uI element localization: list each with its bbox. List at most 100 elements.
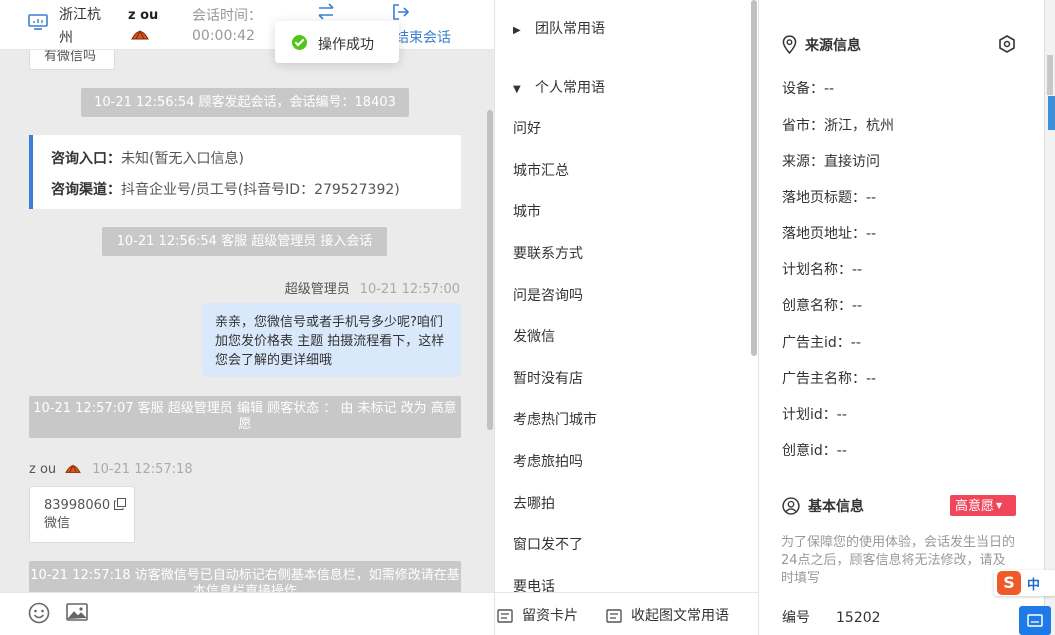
customer-location: 浙江杭州 — [59, 7, 101, 46]
phrase-item[interactable]: 问是咨询吗 — [513, 285, 583, 305]
input-method-toolbar[interactable]: S 中 — [994, 570, 1055, 596]
customer-id-row: 编号 15202 — [782, 607, 881, 627]
chat-scrollbar[interactable] — [487, 110, 493, 430]
phrase-item[interactable]: 去哪拍 — [513, 493, 555, 513]
chat-panel: 浙江杭州 z ou 会话时间： 00:00:42 结束会话 有微信吗 10-21… — [0, 0, 495, 635]
emoji-icon[interactable] — [28, 602, 50, 624]
chat-float-button[interactable] — [1019, 606, 1051, 635]
agent-sender: 超级管理员 — [284, 282, 350, 297]
phrase-item[interactable]: 考虑热门城市 — [513, 409, 597, 429]
message-icon — [1027, 614, 1043, 627]
phrase-item[interactable]: 暂时没有店 — [513, 368, 583, 388]
chevron-down-icon: ▼ — [513, 84, 521, 95]
source-info-label: 来源信息 — [805, 38, 861, 54]
ime-logo-icon: S — [997, 571, 1021, 595]
collapse-icon — [606, 609, 622, 623]
lead-card-label: 留资卡片 — [522, 608, 578, 624]
consult-channel-label: 咨询渠道： — [51, 182, 121, 198]
phrase-item[interactable]: 城市 — [513, 201, 541, 221]
system-message: 10-21 12:56:54 客服 超级管理员 接入会话 — [102, 227, 387, 256]
phrases-scrollbar[interactable] — [751, 0, 757, 356]
copy-icon[interactable] — [114, 498, 127, 510]
end-session-button[interactable]: 结束会话 — [395, 27, 451, 47]
toast-text: 操作成功 — [318, 37, 374, 53]
source-field: 计划名称：-- — [782, 262, 863, 278]
customer-name: z ou — [128, 8, 159, 23]
source-field: 创意名称：-- — [782, 298, 863, 314]
phrases-toolbar: 留资卡片 收起图文常用语 — [495, 592, 758, 635]
customer-wechat-card[interactable]: 83998060 微信 — [29, 486, 135, 543]
caret-down-icon: ▼ — [996, 501, 1003, 510]
consult-entry-value: 未知(暂无入口信息) — [121, 151, 244, 167]
customer-sender: z ou — [29, 462, 57, 477]
card-icon — [497, 609, 513, 623]
phrase-item[interactable]: 城市汇总 — [513, 160, 569, 180]
agent-message-bubble: 亲亲，您微信号或者手机号多少呢?咱们加您发价格表 主题 拍摄流程看下，这样您会了… — [202, 303, 461, 377]
phrase-item[interactable]: 窗口发不了 — [513, 534, 583, 554]
intent-status-label: 高意愿 — [955, 499, 995, 514]
consult-entry-row: 咨询入口：未知(暂无入口信息) — [51, 148, 244, 168]
tiktok-icon — [65, 464, 82, 473]
customer-id-label: 编号 — [782, 610, 810, 626]
source-field: 省市：浙江，杭州 — [782, 118, 894, 134]
source-info-title: 来源信息 — [782, 35, 861, 55]
collapse-phrases-button[interactable]: 收起图文常用语 — [606, 605, 729, 625]
exit-icon[interactable] — [391, 3, 411, 21]
wechat-label: 微信 — [44, 516, 71, 531]
personal-phrases-label: 个人常用语 — [535, 80, 605, 96]
user-circle-icon — [782, 497, 800, 515]
window-edge-scrollbar[interactable] — [1044, 0, 1055, 635]
system-message: 10-21 12:56:54 顾客发起会话，会话编号：18403 — [81, 88, 409, 117]
consult-entry-label: 咨询入口： — [51, 151, 121, 167]
source-field: 落地页地址：-- — [782, 226, 877, 242]
chat-header: 浙江杭州 z ou 会话时间： 00:00:42 结束会话 — [0, 0, 494, 50]
monitor-icon — [28, 14, 48, 30]
personal-phrases-group[interactable]: ▼ 个人常用语 — [513, 77, 605, 97]
phrase-item[interactable]: 问好 — [513, 118, 541, 138]
wechat-number: 83998060 — [44, 498, 111, 513]
phrases-panel: ▶ 团队常用语 ▼ 个人常用语 问好 城市汇总 城市 要联系方式 问是咨询吗 发微信… — [495, 0, 759, 635]
source-field: 来源：直接访问 — [782, 154, 880, 170]
chat-input-toolbar — [0, 592, 494, 635]
source-field: 计划id：-- — [782, 407, 847, 423]
agent-message-time: 10-21 12:57:00 — [359, 282, 460, 297]
tiktok-icon — [131, 29, 149, 40]
scroll-thumb[interactable] — [1047, 55, 1053, 95]
customer-info-sidebar: 来源信息 设备：-- 省市：浙江，杭州 来源：直接访问 落地页标题：-- 落地页… — [760, 0, 1044, 635]
team-phrases-label: 团队常用语 — [535, 21, 605, 37]
agent-message-meta: 超级管理员 10-21 12:57:00 — [285, 278, 460, 297]
phrase-item[interactable]: 要联系方式 — [513, 243, 583, 263]
team-phrases-group[interactable]: ▶ 团队常用语 — [513, 18, 605, 38]
phrase-item[interactable]: 考虑旅拍吗 — [513, 451, 583, 471]
system-message: 10-21 12:57:07 客服 超级管理员 编辑 顾客状态 ： 由 未标记 … — [29, 396, 461, 438]
source-field: 落地页标题：-- — [782, 190, 877, 206]
customer-message-meta: z ou 10-21 12:57:18 — [29, 461, 193, 477]
source-field: 设备：-- — [782, 81, 835, 97]
customer-message-time: 10-21 12:57:18 — [92, 462, 193, 477]
consult-info-card: 咨询入口：未知(暂无入口信息) 咨询渠道：抖音企业号/员工号(抖音号ID：279… — [29, 135, 461, 209]
source-field: 广告主名称：-- — [782, 371, 877, 387]
consult-channel-row: 咨询渠道：抖音企业号/员工号(抖音号ID：279527392) — [51, 179, 400, 199]
ime-mode[interactable]: 中 — [1027, 574, 1040, 593]
source-field: 创意id：-- — [782, 443, 847, 459]
basic-info-title: 基本信息 — [782, 496, 864, 516]
basic-info-label: 基本信息 — [808, 499, 864, 515]
phrase-item[interactable]: 发微信 — [513, 326, 555, 346]
hexagon-settings-icon[interactable] — [998, 35, 1016, 53]
edit-notice: 为了保障您的使用体验，会话发生当日的24点之后，顾客信息将无法修改，请及时填写 — [781, 535, 1016, 586]
success-toast: 操作成功 — [275, 21, 399, 63]
lead-card-button[interactable]: 留资卡片 — [497, 605, 578, 625]
session-time-value: 00:00:42 — [192, 28, 255, 44]
image-icon[interactable] — [66, 602, 88, 622]
consult-channel-value: 抖音企业号/员工号(抖音号ID：279527392) — [121, 182, 400, 198]
source-field: 广告主id：-- — [782, 335, 861, 351]
chevron-right-icon: ▶ — [513, 25, 521, 36]
transfer-icon[interactable] — [316, 3, 336, 21]
intent-status-dropdown[interactable]: 高意愿 ▼ — [950, 495, 1016, 516]
collapse-phrases-label: 收起图文常用语 — [631, 608, 729, 624]
customer-id-value: 15202 — [836, 610, 881, 626]
session-time-label: 会话时间： — [192, 8, 262, 24]
side-tab[interactable] — [1048, 96, 1055, 130]
location-pin-icon — [782, 35, 797, 54]
check-circle-icon — [292, 35, 307, 50]
